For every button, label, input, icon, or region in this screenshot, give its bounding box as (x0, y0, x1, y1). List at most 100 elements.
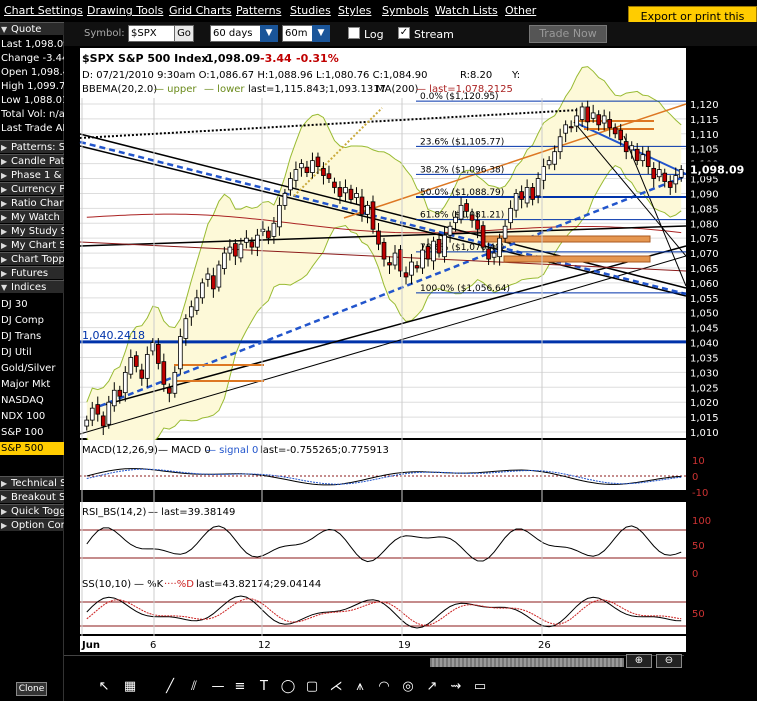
orange-zone[interactable] (174, 380, 264, 382)
zoom-in-button[interactable]: ⊕ (626, 654, 652, 668)
quote-last: Last 1,098.09 (1, 39, 64, 50)
sidebar-section-futures[interactable]: ▶ Futures (0, 266, 64, 279)
orange-zone[interactable] (584, 128, 654, 130)
index-item-major-mkt[interactable]: Major Mkt (0, 378, 64, 391)
price-tick-label: 1,065 (690, 264, 719, 275)
chart-scrollbar[interactable] (64, 655, 684, 667)
chart-svg[interactable]: 1,040.2418 0.0% ($1,120.95)23.6% ($1,105… (64, 46, 757, 656)
sidebar-section-candle[interactable]: ▶ Candle Patt (0, 154, 64, 167)
sidebar-section-chart-topp[interactable]: ▶ Chart Topp (0, 252, 64, 265)
sidebar-section-breakout[interactable]: ▶ Breakout Sl (0, 490, 64, 503)
horizontal-line-icon[interactable]: — (208, 677, 228, 697)
chart-toolbar: Symbol: $SPX Go 60 days ▼ 60m ▼ Log ✓ St… (64, 22, 757, 46)
chart-change-pct: -0.31% (296, 52, 339, 65)
candle-body (568, 126, 574, 129)
menu-other[interactable]: Other (505, 4, 536, 17)
index-item-djcomp[interactable]: DJ Comp (0, 314, 64, 327)
candle-body (122, 371, 128, 394)
index-item-nasdaq[interactable]: NASDAQ (0, 394, 64, 407)
fan-icon[interactable]: ⋌ (326, 677, 346, 697)
candle-body (238, 243, 244, 259)
menu-drawing-tools[interactable]: Drawing Tools (87, 4, 163, 17)
sidebar-section-technical[interactable]: ▶ Technical S (0, 476, 64, 489)
chart-symbol-title: $SPX S&P 500 Index (82, 52, 209, 65)
extend-icon[interactable]: ⇝ (446, 677, 466, 697)
candle-body (579, 106, 585, 120)
sidebar-section-phase[interactable]: ▶Phase 1 & 2 (0, 168, 64, 181)
candle-body (288, 178, 293, 191)
menu-studies[interactable]: Studies (290, 4, 331, 17)
quote-low: Low 1,088.01 (1, 95, 64, 106)
candle-body (546, 160, 552, 166)
price-tick-label: 1,025 (690, 383, 719, 394)
interval-dropdown-icon[interactable]: ▼ (312, 25, 330, 42)
sidebar-section-patterns[interactable]: ▶ Patterns: S (0, 140, 64, 153)
index-item-djtrans[interactable]: DJ Trans (0, 330, 64, 343)
speed-line-icon[interactable]: ↗ (422, 677, 442, 697)
scrollbar-thumb[interactable] (430, 658, 624, 667)
x-axis-bg (80, 636, 686, 652)
menu-symbols[interactable]: Symbols (382, 4, 429, 17)
candle-body (194, 297, 200, 311)
menu-patterns[interactable]: Patterns (236, 4, 281, 17)
candle-body (464, 203, 469, 212)
index-item-sp500[interactable]: S&P 500 (0, 442, 64, 455)
price-tick-label: 1,045 (690, 324, 719, 335)
chart-area[interactable]: 1,040.2418 0.0% ($1,120.95) 23.6% ($1,10… (64, 46, 757, 660)
trendline-tool-icon[interactable]: ╱ (160, 677, 180, 697)
expand-triangle-icon: ▶ (1, 227, 8, 236)
orange-zone[interactable] (174, 364, 264, 366)
sidebar-section-watch[interactable]: ▶ My Watch L (0, 210, 64, 223)
fibonacci-icon[interactable]: ≡ (230, 677, 250, 697)
pitchfork-icon[interactable]: ⩚ (350, 677, 370, 697)
cycle-icon[interactable]: ◎ (398, 677, 418, 697)
sidebar-section-ratio[interactable]: ▶ Ratio Chart (0, 196, 64, 209)
candle-body (607, 119, 613, 129)
text-tool-icon[interactable]: T (254, 677, 274, 697)
index-item-ndx100[interactable]: NDX 100 (0, 410, 64, 423)
candle-body (436, 238, 442, 254)
menu-chart-settings[interactable]: Chart Settings (4, 4, 83, 17)
sidebar-section-indices[interactable]: ▼ Indices (0, 280, 64, 293)
candle-body (299, 163, 304, 169)
price-tick-label: 1,120 (690, 100, 719, 111)
orange-zone[interactable] (483, 235, 651, 243)
cursor-icon[interactable]: ↖ (94, 677, 114, 697)
menu-styles[interactable]: Styles (338, 4, 371, 17)
price-tick-label: 1,080 (690, 219, 719, 230)
go-button[interactable]: Go (174, 25, 194, 42)
erase-icon[interactable]: ▭ (470, 677, 490, 697)
ma-last-label: — last=1,078.2125 (416, 84, 513, 95)
range-dropdown-icon[interactable]: ▼ (260, 25, 278, 42)
arc-icon[interactable]: ◠ (374, 677, 394, 697)
stream-checkbox[interactable]: ✓ (398, 27, 410, 39)
trade-now-button[interactable]: Trade Now (529, 25, 607, 43)
rectangle-icon[interactable]: ▢ (302, 677, 322, 697)
sidebar-section-study[interactable]: ▶ My Study S (0, 224, 64, 237)
candle-body (227, 246, 233, 254)
parallel-lines-icon[interactable]: ⫽ (184, 677, 204, 697)
candle-body (304, 166, 310, 173)
menu-watch-lists[interactable]: Watch Lists (435, 4, 498, 17)
sidebar-section-chart[interactable]: ▶ My Chart S (0, 238, 64, 251)
index-item-dj30[interactable]: DJ 30 (0, 298, 64, 311)
index-item-djutil[interactable]: DJ Util (0, 346, 64, 359)
quote-header[interactable]: ▼ Quote (0, 22, 64, 35)
sidebar-section-quick-toggle[interactable]: ▶ Quick Togg (0, 504, 64, 517)
log-checkbox[interactable] (348, 27, 360, 39)
clone-button[interactable]: Clone (16, 682, 47, 696)
expand-triangle-icon: ▶ (1, 493, 8, 502)
index-item-gold-silver[interactable]: Gold/Silver (0, 362, 64, 375)
orange-zone[interactable] (503, 255, 651, 263)
expand-triangle-icon: ▶ (1, 171, 8, 180)
candle-body (277, 204, 282, 228)
index-item-sp100[interactable]: S&P 100 (0, 426, 64, 439)
zoom-out-button[interactable]: ⊖ (656, 654, 682, 668)
sidebar-section-option[interactable]: ▶ Option Con (0, 518, 64, 531)
grid-icon[interactable]: ▦ (120, 677, 140, 697)
menu-grid-charts[interactable]: Grid Charts (169, 4, 232, 17)
candle-body (634, 148, 640, 162)
ellipse-icon[interactable]: ◯ (278, 677, 298, 697)
sidebar-section-currency[interactable]: ▶ Currency P (0, 182, 64, 195)
stochastic-k-label: — %K (134, 579, 164, 590)
